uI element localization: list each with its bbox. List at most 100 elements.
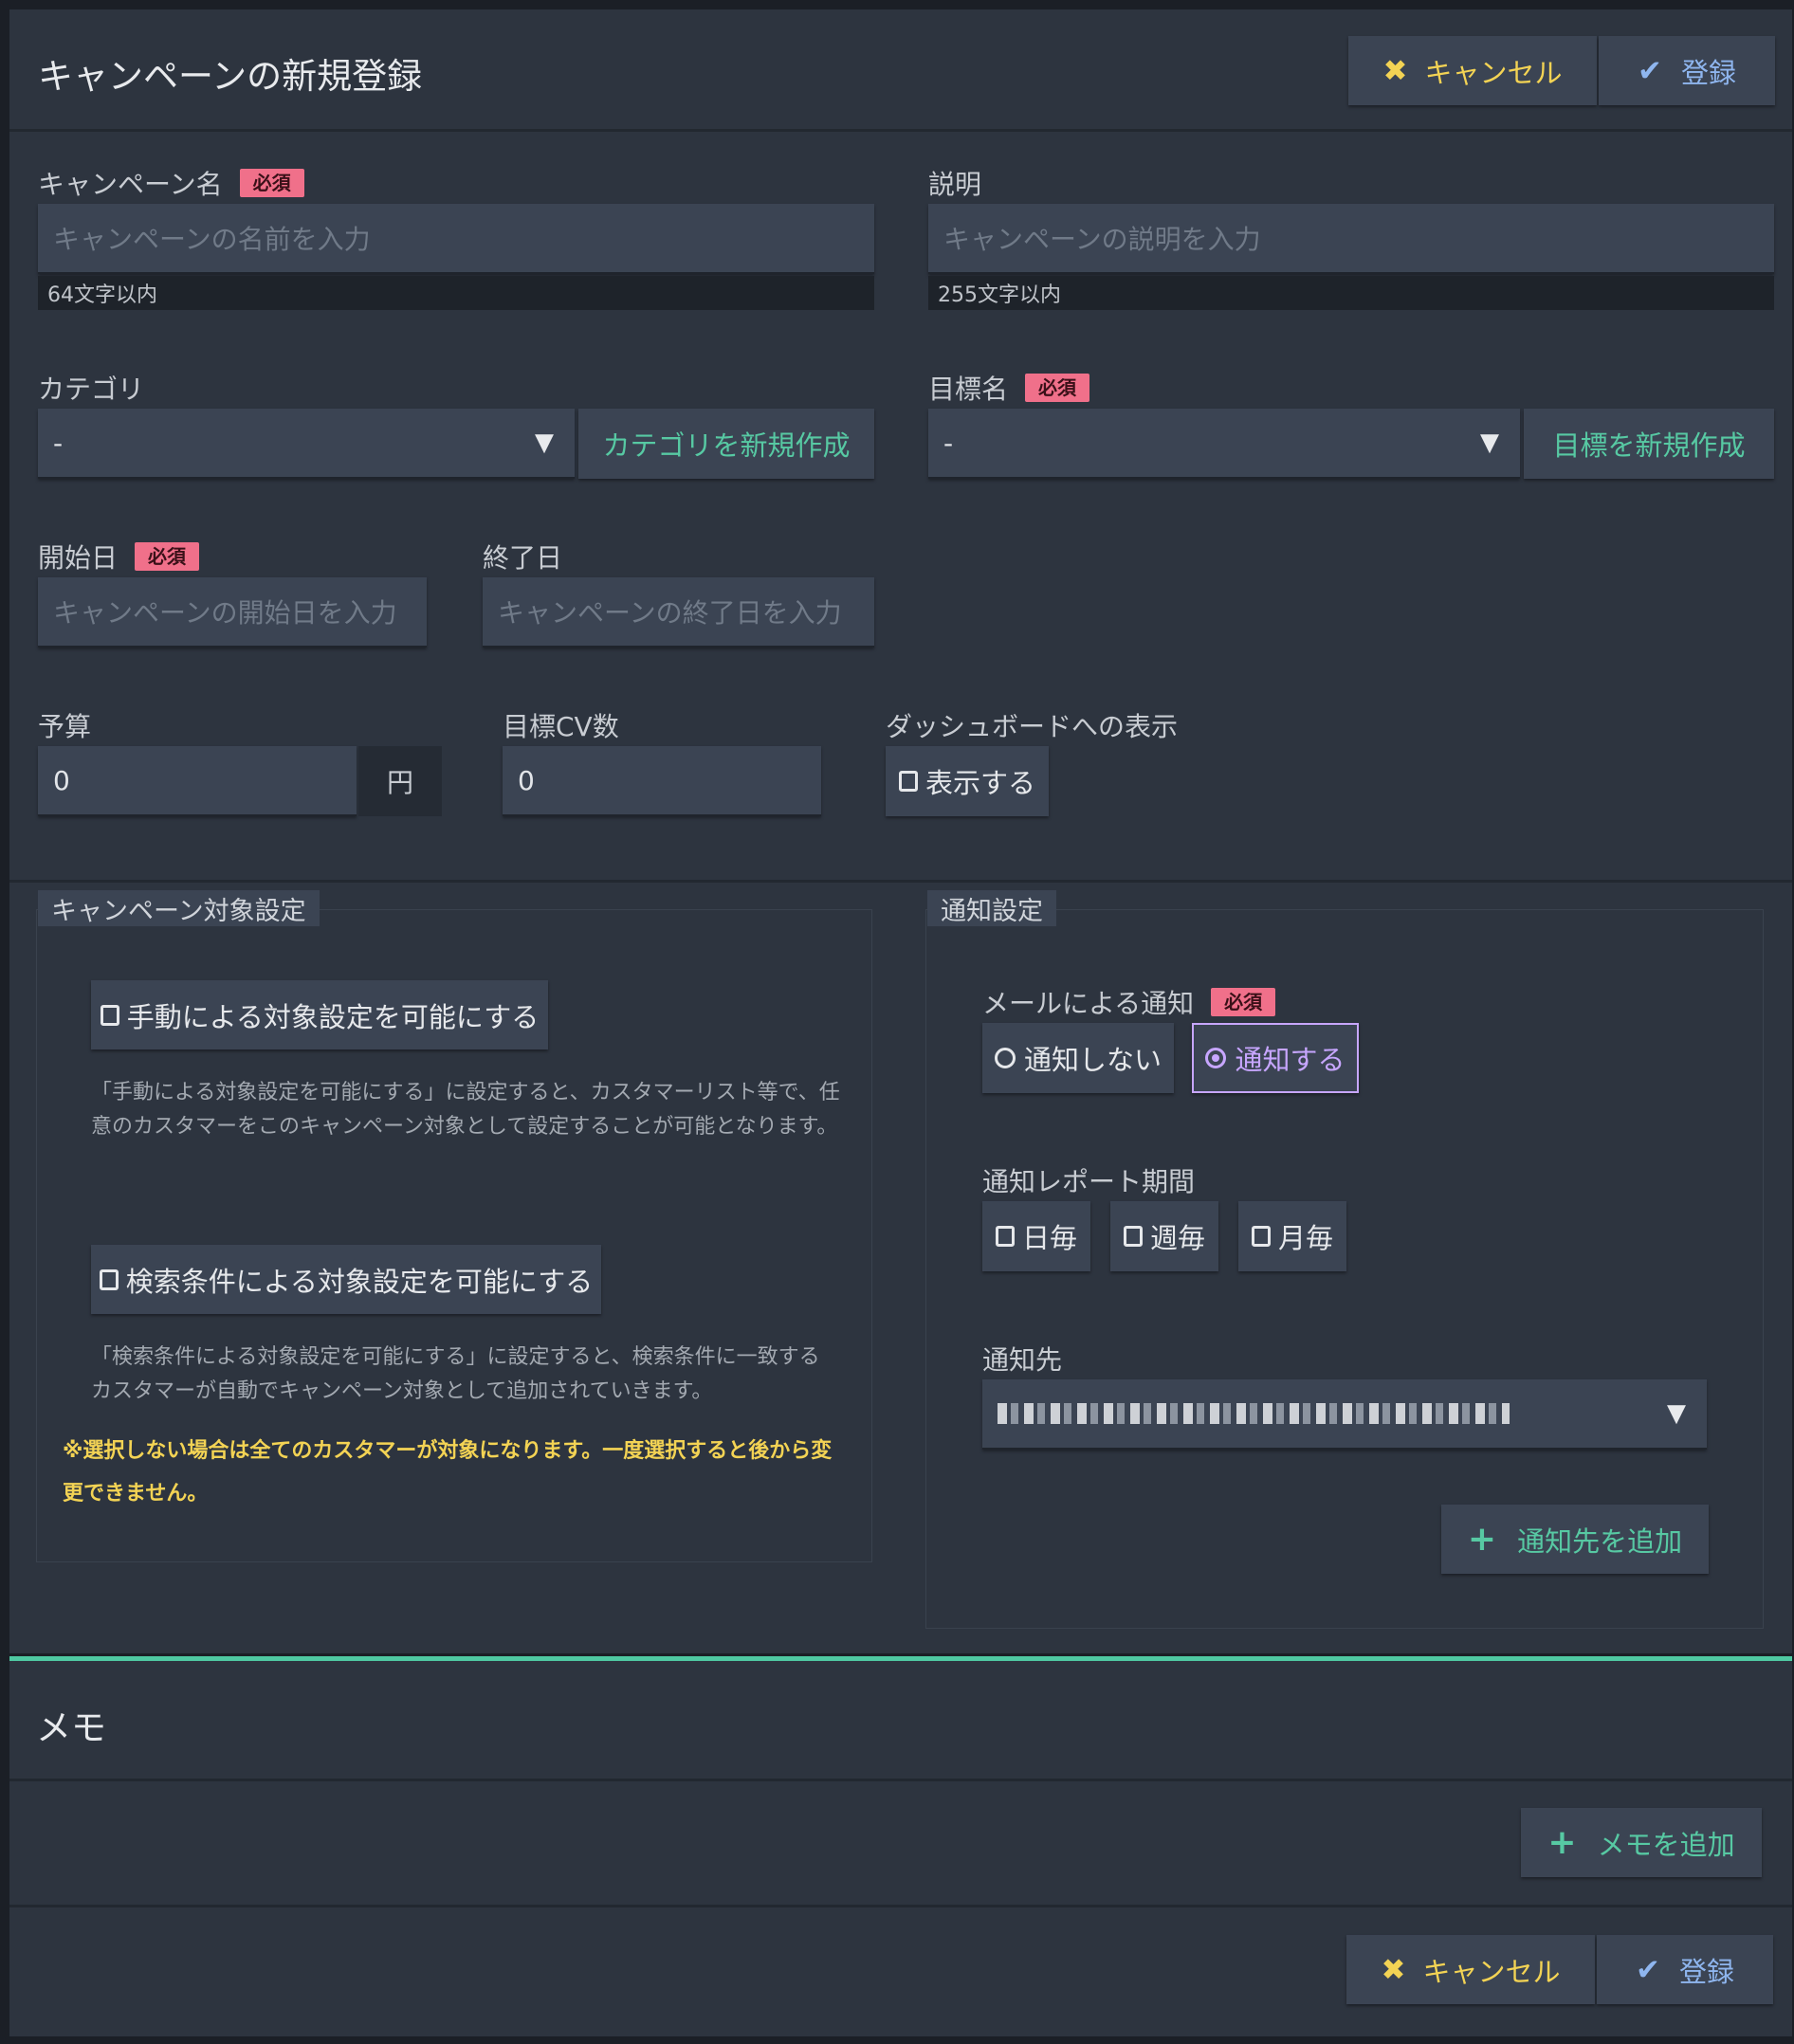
- required-badge: 必須: [239, 169, 304, 197]
- dashboard-checkbox[interactable]: 表示する: [886, 746, 1049, 816]
- campaign-name-label-text: キャンペーン名: [38, 169, 223, 200]
- redacted-email: [998, 1403, 1510, 1424]
- notify-off-label: 通知しない: [1023, 1044, 1162, 1076]
- end-date-label-text: 終了日: [483, 542, 563, 574]
- goal-select[interactable]: - ▼: [928, 409, 1520, 479]
- campaign-name-placeholder: キャンペーンの名前を入力: [53, 224, 371, 255]
- memo-body: + メモを追加: [9, 1781, 1792, 1905]
- description-hint: 255文字以内: [928, 276, 1774, 310]
- dashboard-label-text: ダッシュボードへの表示: [886, 711, 1179, 742]
- manual-target-checkbox[interactable]: 手動による対象設定を可能にする: [91, 980, 548, 1049]
- budget-input[interactable]: 0: [38, 746, 357, 816]
- description-input[interactable]: キャンペーンの説明を入力: [928, 204, 1774, 274]
- campaign-name-input[interactable]: キャンペーンの名前を入力: [38, 204, 874, 274]
- add-recipient-label: 通知先を追加: [1517, 1524, 1683, 1558]
- goal-label: 目標名 必須: [928, 369, 1090, 407]
- footer-register-button[interactable]: ✔ 登録: [1597, 1935, 1773, 2004]
- search-target-checkbox[interactable]: 検索条件による対象設定を可能にする: [91, 1245, 601, 1314]
- cancel-button[interactable]: ✖ キャンセル: [1348, 36, 1597, 105]
- manual-target-label: 手動による対象設定を可能にする: [126, 1000, 540, 1033]
- budget-label: 予算: [38, 706, 91, 744]
- cancel-button-label: キャンセル: [1424, 56, 1563, 89]
- mail-notification-label-text: メールによる通知: [982, 988, 1195, 1019]
- checkbox-icon: [99, 1268, 119, 1290]
- notify-on-radio[interactable]: 通知する: [1192, 1023, 1359, 1093]
- cv-target-value: 0: [518, 764, 535, 796]
- radio-icon: [994, 1048, 1016, 1068]
- category-label: カテゴリ: [38, 369, 144, 407]
- memo-header: メモ: [9, 1661, 1792, 1779]
- checkbox-icon: [1251, 1226, 1271, 1247]
- report-period-label: 通知レポート期間: [982, 1161, 1195, 1199]
- end-date-input[interactable]: キャンペーンの終了日を入力: [483, 577, 874, 648]
- start-date-input[interactable]: キャンペーンの開始日を入力: [38, 577, 427, 648]
- plus-icon: +: [1467, 1520, 1497, 1559]
- checkbox-icon: [100, 1004, 119, 1026]
- search-target-label: 検索条件による対象設定を可能にする: [125, 1265, 594, 1298]
- budget-value: 0: [53, 764, 70, 796]
- checkbox-icon: [1123, 1226, 1143, 1247]
- budget-label-text: 予算: [38, 711, 92, 742]
- memo-title: メモ: [36, 1707, 106, 1748]
- period-weekly-label: 週毎: [1149, 1222, 1205, 1254]
- new-goal-button[interactable]: 目標を新規作成: [1524, 409, 1774, 479]
- page-title: キャンペーンの新規登録: [38, 56, 423, 97]
- start-date-label-text: 開始日: [38, 542, 119, 574]
- cv-target-label: 目標CV数: [503, 706, 619, 744]
- category-select[interactable]: - ▼: [38, 409, 575, 479]
- campaign-name-label: キャンペーン名 必須: [38, 164, 304, 202]
- checkbox-icon: [898, 771, 918, 792]
- triangle-down-icon: ▼: [1667, 1399, 1686, 1428]
- period-weekly-checkbox[interactable]: 週毎: [1110, 1201, 1218, 1271]
- triangle-down-icon: ▼: [535, 429, 554, 457]
- footer-cancel-button[interactable]: ✖ キャンセル: [1346, 1935, 1595, 2004]
- campaign-name-hint: 64文字以内: [38, 276, 874, 310]
- add-recipient-button[interactable]: + 通知先を追加: [1441, 1505, 1709, 1574]
- manual-target-description: 「手動による対象設定を可能にする」に設定すると、カスタマーリスト等で、任意のカス…: [91, 1081, 840, 1139]
- end-date-placeholder: キャンペーンの終了日を入力: [498, 597, 842, 629]
- register-button[interactable]: ✔ 登録: [1599, 36, 1775, 105]
- add-memo-label: メモを追加: [1597, 1828, 1735, 1861]
- end-date-label: 終了日: [483, 538, 562, 575]
- notify-off-radio[interactable]: 通知しない: [982, 1023, 1174, 1093]
- start-date-placeholder: キャンペーンの開始日を入力: [53, 597, 397, 629]
- description-placeholder: キャンペーンの説明を入力: [943, 224, 1261, 255]
- period-daily-label: 日毎: [1021, 1222, 1077, 1254]
- required-badge: 必須: [1025, 374, 1090, 402]
- target-settings-legend: キャンペーン対象設定: [38, 890, 320, 926]
- close-icon: ✖: [1381, 1952, 1406, 1987]
- new-category-button[interactable]: カテゴリを新規作成: [578, 409, 874, 479]
- checkbox-icon: [995, 1226, 1015, 1247]
- report-period-label-text: 通知レポート期間: [982, 1166, 1196, 1197]
- add-memo-button[interactable]: + メモを追加: [1521, 1808, 1762, 1877]
- category-label-text: カテゴリ: [38, 374, 145, 405]
- description-label-text: 説明: [928, 169, 982, 200]
- triangle-down-icon: ▼: [1480, 429, 1499, 457]
- register-button-label: 登録: [1680, 56, 1736, 89]
- recipient-select[interactable]: ▼: [982, 1379, 1707, 1450]
- budget-unit: 円: [358, 746, 442, 816]
- target-warning: ※選択しない場合は全てのカスタマーが対象になります。一度選択すると後から変更でき…: [63, 1439, 833, 1506]
- description-label: 説明: [928, 164, 981, 202]
- footer-register-label: 登録: [1678, 1955, 1734, 1988]
- start-date-label: 開始日 必須: [38, 538, 200, 575]
- required-badge: 必須: [1211, 988, 1276, 1016]
- recipient-label-text: 通知先: [982, 1344, 1063, 1376]
- check-icon: ✔: [1638, 53, 1662, 88]
- dashboard-label: ダッシュボードへの表示: [886, 706, 1178, 744]
- plus-icon: +: [1547, 1823, 1577, 1862]
- category-select-value: -: [53, 427, 64, 459]
- period-monthly-label: 月毎: [1277, 1222, 1333, 1254]
- section-divider: [9, 880, 1792, 883]
- period-monthly-checkbox[interactable]: 月毎: [1238, 1201, 1346, 1271]
- required-badge: 必須: [135, 542, 200, 571]
- footer-cancel-label: キャンセル: [1422, 1955, 1561, 1988]
- footer-panel: ✖ キャンセル ✔ 登録: [9, 1907, 1792, 2036]
- period-daily-checkbox[interactable]: 日毎: [982, 1201, 1090, 1271]
- goal-select-value: -: [943, 427, 954, 459]
- dashboard-checkbox-label: 表示する: [924, 767, 1035, 799]
- cv-target-input[interactable]: 0: [503, 746, 821, 816]
- search-target-description: 「検索条件による対象設定を可能にする」に設定すると、検索条件に一致するカスタマー…: [91, 1345, 820, 1403]
- notify-on-label: 通知する: [1235, 1044, 1346, 1076]
- mail-notification-label: メールによる通知 必須: [982, 983, 1276, 1021]
